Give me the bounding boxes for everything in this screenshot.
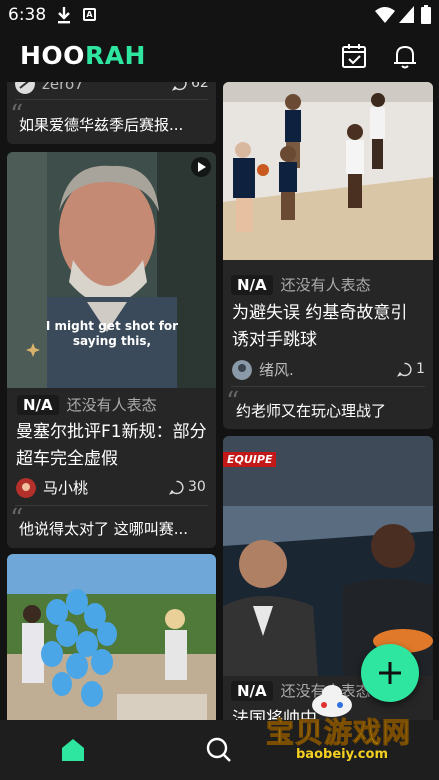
post-card[interactable]: zero7 62 “ 如果爱德华兹季后赛报... [7,82,216,144]
battery-icon [421,5,431,24]
post-card[interactable]: N/A 还没有人表态 为避失误 约基奇故意引诱对手跳球 绪风. 1 “ 约老师又… [223,82,433,429]
status-time: 6:38 [8,5,47,25]
comment-icon [397,362,412,377]
post-author: 马小桃 [16,477,88,498]
comment-count: 1 [397,361,425,377]
rating-row[interactable]: N/A 还没有人表态 [231,274,371,295]
app-header: HOORAH [0,30,439,82]
post-image[interactable] [7,554,216,720]
comment-count: 30 [169,479,206,495]
top-comment: 约老师又在玩心理战了 [236,402,387,420]
comment-icon [172,82,187,91]
divider [231,386,425,387]
watermark-text: 宝贝游戏网 [265,716,412,750]
post-author: zero7 [15,82,84,94]
rating-row[interactable]: N/A 还没有人表态 [17,394,157,415]
signal-icon [399,6,414,23]
comment-count: 62 [172,82,209,91]
bell-icon[interactable] [391,42,419,70]
post-card[interactable]: I might get shot for saying this, N/A 还没… [7,152,216,548]
divider [15,99,208,100]
avatar [15,82,35,94]
post-image[interactable]: EQUIPE [223,436,433,676]
reaction-text: 还没有人表态 [66,396,157,414]
calendar-check-icon[interactable] [340,42,368,70]
watermark-url: baobeiy.com [296,747,388,762]
wifi-icon [375,7,395,23]
top-comment: 他说得太对了 这哪叫赛... [19,520,189,538]
video-caption: I might get shot for saying this, [45,319,179,348]
play-icon[interactable] [191,157,211,177]
reaction-text: 还没有人表态 [280,276,371,294]
post-video[interactable]: I might get shot for saying this, [7,152,216,388]
top-comment: 如果爱德华兹季后赛报... [19,116,184,134]
post-card[interactable] [7,554,216,720]
a-box-icon: A [83,8,96,21]
feed[interactable]: zero7 62 “ 如果爱德华兹季后赛报... N/A 还没有人表态 为避失误… [0,82,439,720]
search-icon[interactable] [205,736,233,764]
post-title[interactable]: 曼塞尔批评F1新规：部分超车完全虚假 [16,419,214,473]
brand-tag: EQUIPE [223,452,277,467]
watermark: 宝贝游戏网 baobeiy.com [262,683,412,773]
post-image[interactable] [223,82,433,260]
status-bar: 6:38 A [0,0,439,30]
avatar [16,477,36,498]
avatar [232,359,252,380]
app-logo: HOORAH [20,41,146,70]
post-title[interactable]: 为避失误 约基奇故意引诱对手跳球 [232,300,422,354]
rating-badge: N/A [231,274,273,295]
post-author: 绪风. [232,359,294,380]
rating-badge: N/A [17,394,59,415]
download-icon [58,7,70,24]
pin-icon [26,343,40,357]
home-icon[interactable] [59,736,87,764]
divider [15,505,208,506]
comment-icon [169,480,184,495]
